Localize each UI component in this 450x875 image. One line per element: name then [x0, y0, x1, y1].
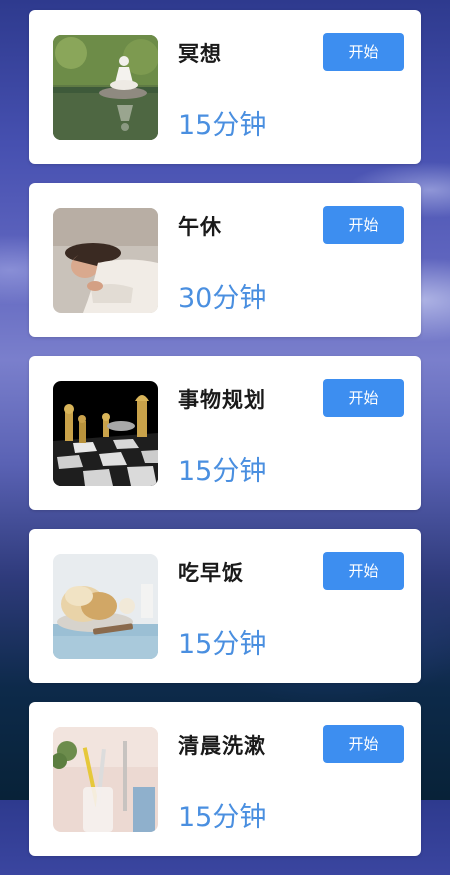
task-title: 吃早饭 [178, 561, 244, 585]
toothbrush-cup-image [53, 727, 158, 832]
start-button[interactable]: 开始 [323, 379, 404, 417]
task-duration: 15分钟 [178, 456, 267, 487]
task-list: 冥想 15分钟 开始 午休 30分钟 开始 事物规划 15分钟 开始 吃早饭 1… [29, 10, 421, 875]
task-duration: 30分钟 [178, 283, 267, 314]
sleeping-woman-image [53, 208, 158, 313]
task-title: 清晨洗漱 [178, 734, 266, 758]
start-button[interactable]: 开始 [323, 206, 404, 244]
task-duration: 15分钟 [178, 629, 267, 660]
breakfast-bread-image [53, 554, 158, 659]
task-title: 午休 [178, 215, 222, 239]
task-card-meditation[interactable]: 冥想 15分钟 开始 [29, 10, 421, 164]
task-duration: 15分钟 [178, 110, 267, 141]
task-card-nap[interactable]: 午休 30分钟 开始 [29, 183, 421, 337]
task-duration: 15分钟 [178, 802, 267, 833]
start-button[interactable]: 开始 [323, 725, 404, 763]
start-button[interactable]: 开始 [323, 33, 404, 71]
task-card-breakfast[interactable]: 吃早饭 15分钟 开始 [29, 529, 421, 683]
chess-pieces-image [53, 381, 158, 486]
task-card-morning-wash[interactable]: 清晨洗漱 15分钟 开始 [29, 702, 421, 856]
task-title: 事物规划 [178, 388, 266, 412]
task-title: 冥想 [178, 42, 222, 66]
task-card-planning[interactable]: 事物规划 15分钟 开始 [29, 356, 421, 510]
start-button[interactable]: 开始 [323, 552, 404, 590]
meditation-image [53, 35, 158, 140]
